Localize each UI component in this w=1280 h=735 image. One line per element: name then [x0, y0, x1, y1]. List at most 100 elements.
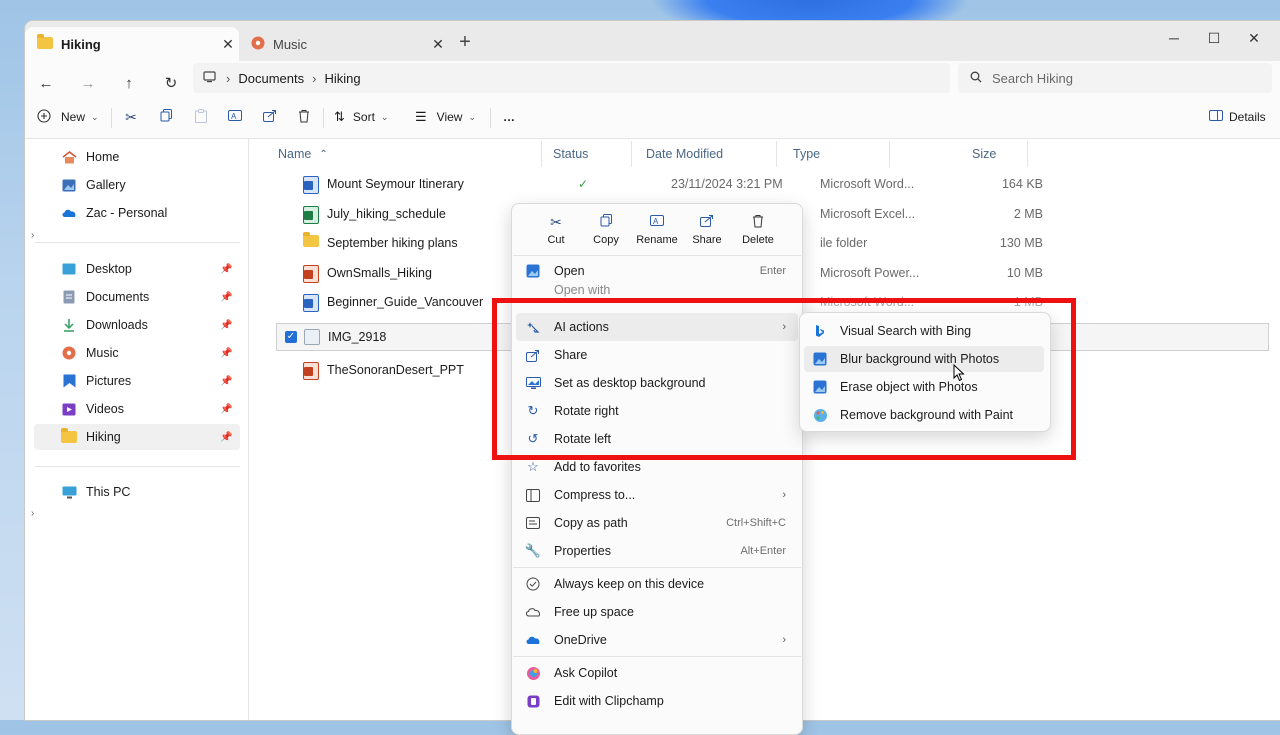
menu-item-open[interactable]: Open Enter: [516, 257, 798, 285]
file-row[interactable]: Mount Seymour Itinerary ✓ 23/11/2024 3:2…: [275, 170, 1268, 198]
selected-checkbox[interactable]: ✓: [285, 331, 297, 343]
column-header-size[interactable]: Size: [972, 139, 996, 169]
new-tab-button[interactable]: +: [453, 31, 477, 55]
synced-status-icon: ✓: [578, 177, 589, 191]
up-button[interactable]: ↑: [116, 71, 142, 97]
paste-button[interactable]: [191, 104, 211, 130]
menu-item-compress[interactable]: Compress to... ›: [516, 481, 798, 509]
folder-icon: [60, 428, 78, 443]
sidebar-item-hiking[interactable]: Hiking 📌: [34, 424, 240, 450]
highlight-annotation: [492, 298, 1076, 460]
tab-hiking[interactable]: Hiking ✕: [25, 27, 239, 61]
sidebar-item-label: Pictures: [86, 374, 132, 388]
chevron-right-icon[interactable]: ›: [31, 230, 34, 241]
sidebar-item-pictures[interactable]: Pictures 📌: [34, 368, 240, 394]
sidebar-item-home[interactable]: Home: [34, 144, 240, 170]
powerpoint-document-icon: [303, 362, 319, 380]
share-button[interactable]: [260, 104, 280, 130]
copy-button[interactable]: [156, 104, 176, 130]
view-icon: ☰: [415, 109, 427, 124]
delete-button[interactable]: [294, 104, 314, 130]
file-name: IMG_2918: [328, 330, 387, 344]
quick-action-rename[interactable]: A Rename: [635, 214, 679, 246]
menu-item-always-keep[interactable]: Always keep on this device: [516, 570, 798, 598]
pin-icon[interactable]: 📌: [220, 348, 240, 359]
pin-icon[interactable]: 📌: [220, 376, 240, 387]
sidebar-item-this-pc[interactable]: This PC: [34, 479, 240, 505]
menu-item-edit-clipchamp[interactable]: Edit with Clipchamp: [516, 687, 798, 715]
view-button[interactable]: ☰ View ⌄: [415, 104, 476, 130]
chevron-right-icon: ›: [226, 70, 231, 86]
sidebar-item-downloads[interactable]: Downloads 📌: [34, 312, 240, 338]
new-button[interactable]: New ⌄: [37, 104, 99, 130]
cut-button[interactable]: ✂: [121, 104, 141, 130]
word-document-icon: [303, 294, 319, 312]
sidebar-item-documents[interactable]: Documents 📌: [34, 284, 240, 310]
excel-document-icon: [303, 206, 319, 224]
details-label: Details: [1229, 110, 1266, 124]
menu-item-shortcut: Ctrl+Shift+C: [726, 517, 786, 529]
menu-item-label: Properties: [554, 544, 611, 558]
folder-icon: [303, 232, 319, 251]
column-header-type[interactable]: Type: [793, 139, 820, 169]
pin-icon[interactable]: 📌: [220, 320, 240, 331]
pin-icon[interactable]: 📌: [220, 264, 240, 275]
quick-action-label: Rename: [636, 234, 678, 246]
quick-action-copy[interactable]: Copy: [584, 214, 628, 246]
chevron-right-icon[interactable]: ›: [31, 508, 34, 519]
file-name: July_hiking_schedule: [327, 207, 446, 221]
column-header-name[interactable]: Name ⌃: [278, 139, 328, 169]
close-tab-icon[interactable]: ✕: [427, 36, 449, 53]
tab-label: Hiking: [61, 36, 101, 52]
menu-item-open-with[interactable]: Open with: [516, 285, 798, 297]
sidebar-item-onedrive[interactable]: Zac - Personal: [34, 200, 240, 226]
forward-button[interactable]: →: [75, 71, 101, 97]
menu-item-properties[interactable]: 🔧 Properties Alt+Enter: [516, 537, 798, 565]
menu-item-onedrive[interactable]: OneDrive ›: [516, 626, 798, 654]
file-type: ile folder: [820, 236, 868, 250]
sort-button[interactable]: ⇅ Sort ⌄: [334, 104, 388, 130]
sidebar-divider: [35, 466, 240, 467]
quick-action-share[interactable]: Share: [685, 214, 729, 246]
address-bar[interactable]: › Documents › Hiking: [193, 63, 950, 93]
breadcrumb-hiking[interactable]: Hiking: [324, 71, 360, 86]
pin-icon[interactable]: 📌: [220, 292, 240, 303]
details-button[interactable]: Details: [1209, 104, 1266, 130]
quick-action-delete[interactable]: Delete: [736, 214, 780, 246]
more-options-button[interactable]: …: [503, 104, 515, 130]
minimize-button[interactable]: ─: [1154, 27, 1194, 51]
sidebar-item-label: This PC: [86, 485, 131, 499]
share-icon: [685, 214, 729, 232]
sidebar-item-music[interactable]: Music 📌: [34, 340, 240, 366]
column-header-status[interactable]: Status: [553, 139, 588, 169]
cut-icon: ✂: [125, 108, 137, 125]
sidebar-item-label: Videos: [86, 402, 124, 416]
pin-icon[interactable]: 📌: [220, 404, 240, 415]
breadcrumb-documents[interactable]: Documents: [238, 71, 304, 86]
menu-item-free-up-space[interactable]: Free up space: [516, 598, 798, 626]
column-label: Date Modified: [646, 147, 724, 161]
maximize-button[interactable]: ☐: [1194, 27, 1234, 51]
column-label: Name: [278, 147, 312, 161]
sidebar-item-videos[interactable]: Videos 📌: [34, 396, 240, 422]
quick-action-cut[interactable]: ✂ Cut: [534, 214, 578, 246]
tab-music[interactable]: Music ✕: [239, 27, 449, 61]
sidebar-item-desktop[interactable]: Desktop 📌: [34, 256, 240, 282]
documents-icon: [60, 290, 78, 304]
refresh-button[interactable]: ↻: [158, 71, 184, 97]
menu-item-ask-copilot[interactable]: Ask Copilot: [516, 659, 798, 687]
close-window-button[interactable]: ✕: [1234, 27, 1274, 51]
quick-action-label: Copy: [593, 234, 619, 246]
pin-icon[interactable]: 📌: [220, 432, 240, 443]
close-tab-icon[interactable]: ✕: [217, 36, 239, 53]
back-button[interactable]: ←: [33, 71, 59, 97]
gallery-icon: [60, 179, 78, 192]
rename-button[interactable]: A: [225, 104, 245, 130]
column-header-date-modified[interactable]: Date Modified: [646, 139, 723, 169]
menu-item-copy-as-path[interactable]: Copy as path Ctrl+Shift+C: [516, 509, 798, 537]
search-box[interactable]: Search Hiking: [958, 63, 1272, 93]
share-icon: [263, 109, 277, 125]
file-name: TheSonoranDesert_PPT: [327, 363, 464, 377]
sidebar-item-gallery[interactable]: Gallery: [34, 172, 240, 198]
menu-item-label: Open: [554, 264, 585, 278]
